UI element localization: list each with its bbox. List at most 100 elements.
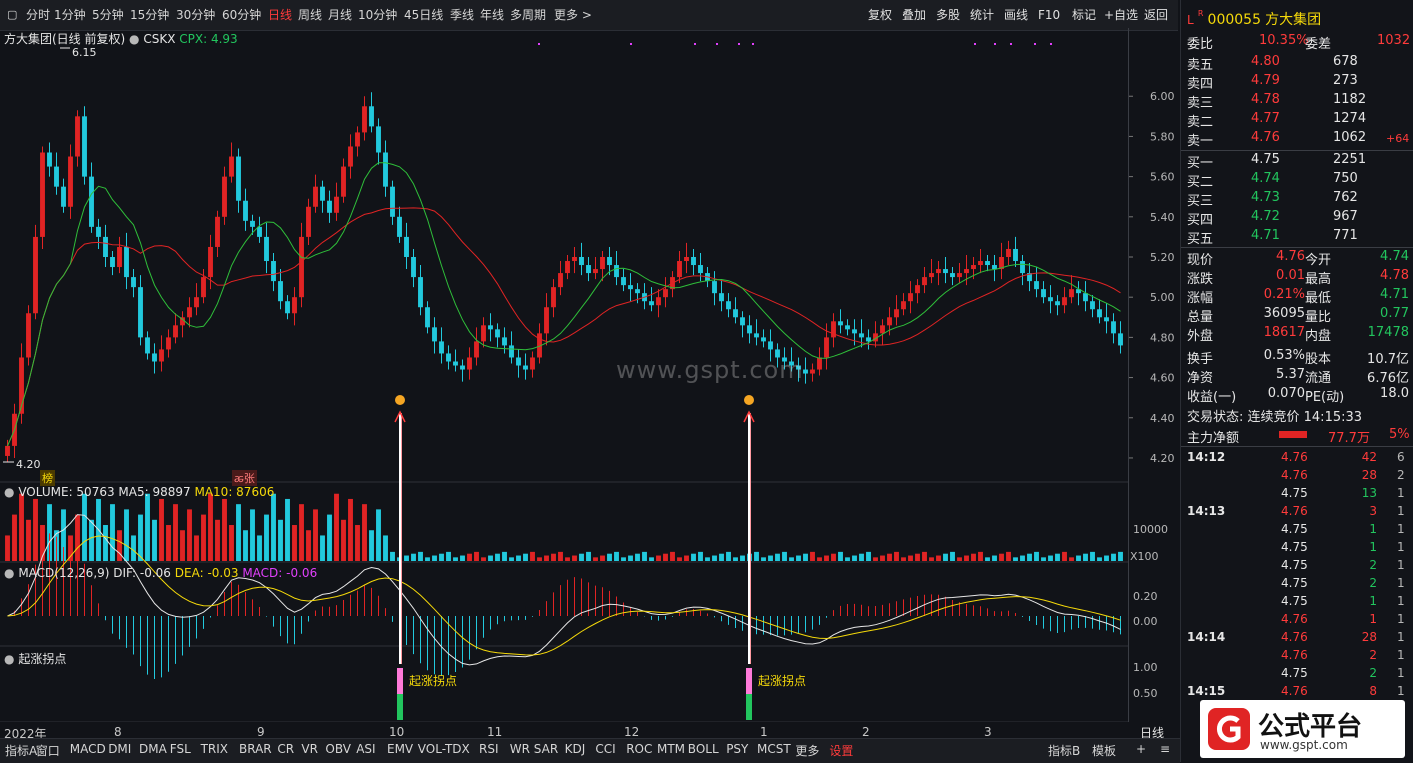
y-tick-label-8: 4.40 <box>1150 412 1175 425</box>
bottom-tab-4[interactable]: DMA <box>139 742 167 756</box>
volume-bar-47 <box>334 493 339 561</box>
main-net-label: 主力净额 <box>1187 431 1240 446</box>
bottom-right-0[interactable]: 指标B <box>1048 742 1080 759</box>
candle-body-138 <box>971 265 976 270</box>
volume-bar-151 <box>1062 551 1067 561</box>
toolbar-btn-4[interactable]: 画线 <box>1004 6 1028 24</box>
volume-bar-133 <box>936 555 941 561</box>
bottom-tab-2[interactable]: MACD <box>70 742 106 756</box>
toolbar-btn-2[interactable]: 多股 <box>936 6 960 24</box>
bottom-tab-3[interactable]: DMI <box>108 742 131 756</box>
bottom-right-2[interactable]: + <box>1136 742 1146 756</box>
candle-body-75 <box>530 357 535 370</box>
candle-body-96 <box>677 261 682 278</box>
period-tab-7[interactable]: 周线 <box>298 6 322 24</box>
bottom-tab-1[interactable]: 窗口 <box>36 742 60 759</box>
bottom-tab-20[interactable]: MTM <box>657 742 685 756</box>
candle-body-5 <box>40 152 45 237</box>
bottom-tab-16[interactable]: SAR <box>534 742 558 756</box>
volume-bar-137 <box>964 555 969 561</box>
bottom-tab-15[interactable]: WR <box>510 742 530 756</box>
toolbar-btn-7[interactable]: +自选 <box>1104 6 1138 24</box>
volume-bar-82 <box>579 553 584 561</box>
candle-body-72 <box>509 345 514 358</box>
period-tab-2[interactable]: 5分钟 <box>92 6 124 24</box>
volume-bar-114 <box>803 553 808 561</box>
candle-body-56 <box>397 216 402 237</box>
bottom-right-3[interactable]: ≡ <box>1160 742 1170 756</box>
bottom-tab-14[interactable]: RSI <box>479 742 499 756</box>
bottom-tab-21[interactable]: BOLL <box>688 742 719 756</box>
volume-bar-156 <box>1097 557 1102 561</box>
y-tick-label-5: 5.00 <box>1150 291 1175 304</box>
period-tab-1[interactable]: 1分钟 <box>54 6 86 24</box>
main-net-bar <box>1279 431 1307 438</box>
kline-chart[interactable]: 6.00 5.80 5.60 5.40 5.20 5.00 4.80 4.60 4.40 4.20 <box>0 28 1178 722</box>
period-tab-13[interactable]: 多周期 <box>510 6 546 24</box>
bottom-tab-25[interactable]: 设置 <box>829 742 853 759</box>
candle-body-93 <box>656 297 661 306</box>
period-tab-6[interactable]: 日线 <box>268 6 292 24</box>
period-tab-11[interactable]: 季线 <box>450 6 474 24</box>
toolbar-btn-3[interactable]: 统计 <box>970 6 994 24</box>
signal-label-1: 起涨拐点 <box>409 674 458 688</box>
toolbar-btn-6[interactable]: 标记 <box>1072 6 1096 24</box>
toolbar-btn-0[interactable]: 复权 <box>868 6 892 24</box>
bottom-tab-18[interactable]: CCI <box>595 742 615 756</box>
candle-body-55 <box>390 186 395 217</box>
bottom-tab-24[interactable]: 更多 <box>795 742 819 759</box>
toolbar-btn-5[interactable]: F10 <box>1038 6 1060 24</box>
candle-body-69 <box>488 325 493 330</box>
volume-bar-93 <box>656 555 661 561</box>
bottom-tab-10[interactable]: OBV <box>325 742 351 756</box>
toolbar-btn-1[interactable]: 叠加 <box>902 6 926 24</box>
bottom-tab-6[interactable]: TRIX <box>201 742 228 756</box>
period-tab-12[interactable]: 年线 <box>480 6 504 24</box>
bottom-tab-7[interactable]: BRAR <box>239 742 272 756</box>
volume-bar-108 <box>761 557 766 561</box>
settings-icon[interactable]: ● <box>129 32 139 46</box>
bottom-tab-11[interactable]: ASI <box>356 742 375 756</box>
volume-bar-159 <box>1118 551 1123 561</box>
x-axis-label-5: 12 <box>624 725 640 739</box>
volume-bar-131 <box>922 551 927 561</box>
volume-bar-2 <box>19 493 24 561</box>
settings-icon[interactable]: ● <box>4 652 14 666</box>
volume-bar-21 <box>152 519 157 561</box>
toolbar-btn-8[interactable]: 返回 <box>1144 6 1168 24</box>
bottom-tab-13[interactable]: VOL-TDX <box>418 742 470 756</box>
volume-bar-30 <box>215 519 220 561</box>
bottom-tab-9[interactable]: VR <box>301 742 318 756</box>
bottom-right-1[interactable]: 模板 <box>1092 742 1116 759</box>
settings-icon[interactable]: ● <box>4 566 14 580</box>
period-tab-10[interactable]: 45日线 <box>404 6 443 24</box>
bottom-tab-19[interactable]: ROC <box>626 742 652 756</box>
bottom-tab-12[interactable]: EMV <box>387 742 413 756</box>
volume-bar-143 <box>1006 551 1011 561</box>
period-tab-9[interactable]: 10分钟 <box>358 6 397 24</box>
volume-bar-130 <box>915 553 920 561</box>
money-bag-icon-2 <box>744 395 754 405</box>
period-tab-8[interactable]: 月线 <box>328 6 352 24</box>
settings-icon[interactable]: ● <box>4 485 14 499</box>
period-tab-5[interactable]: 60分钟 <box>222 6 261 24</box>
period-tab-3[interactable]: 15分钟 <box>130 6 169 24</box>
period-tab-0[interactable]: 分时 <box>26 6 50 24</box>
candle-body-97 <box>684 257 689 262</box>
candle-body-103 <box>726 301 731 310</box>
bottom-tab-23[interactable]: MCST <box>757 742 791 756</box>
period-tab-4[interactable]: 30分钟 <box>176 6 215 24</box>
volume-bar-124 <box>873 557 878 561</box>
volume-bar-15 <box>110 504 115 561</box>
bottom-tab-8[interactable]: CR <box>277 742 294 756</box>
sidebar-toggle-icon[interactable]: ▢ <box>7 6 17 24</box>
period-tab-14[interactable]: 更多 > <box>554 6 592 24</box>
bottom-tab-17[interactable]: KDJ <box>565 742 586 756</box>
bottom-tab-5[interactable]: FSL <box>170 742 191 756</box>
stat-value-0a: 4.76 <box>1276 249 1305 264</box>
bottom-tab-0[interactable]: 指标A <box>5 742 37 759</box>
bottom-tab-22[interactable]: PSY <box>726 742 748 756</box>
stat-label-7a: 收益(一) <box>1187 390 1237 405</box>
ask-vol-0: 678 <box>1333 54 1358 69</box>
money-bag-icon-1 <box>395 395 405 405</box>
